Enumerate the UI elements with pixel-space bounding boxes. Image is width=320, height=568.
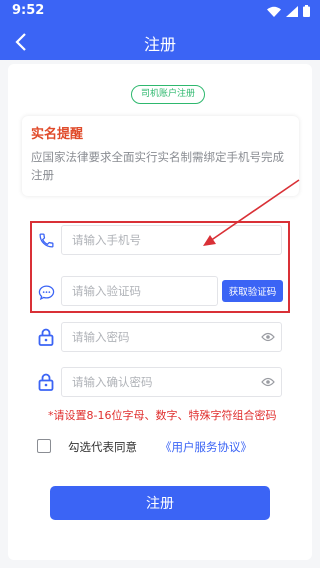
signal-icon	[286, 5, 298, 17]
agreement-checkbox[interactable]	[37, 439, 51, 453]
lock-icon	[36, 372, 56, 392]
agreement-link[interactable]: 《用户服务协议》	[160, 439, 252, 455]
status-time: 9:52	[12, 3, 45, 18]
status-icons	[267, 5, 310, 17]
account-type-badge: 司机账户注册	[131, 85, 205, 104]
page-body: 司机账户注册 实名提醒 应国家法律要求全面实行实名制需绑定手机号完成注册 获取验…	[0, 60, 320, 568]
register-card: 司机账户注册 实名提醒 应国家法律要求全面实行实名制需绑定手机号完成注册 获取验…	[8, 64, 312, 560]
status-bar: 9:52	[0, 0, 320, 24]
page-title: 注册	[143, 35, 176, 54]
lock-icon	[36, 327, 56, 347]
nav-bar: 注册	[0, 24, 320, 60]
battery-icon	[303, 5, 310, 17]
highlight-box	[30, 221, 290, 313]
eye-icon[interactable]	[260, 376, 276, 388]
wifi-icon	[267, 6, 281, 17]
notice-body: 应国家法律要求全面实行实名制需绑定手机号完成注册	[31, 150, 284, 182]
register-button[interactable]: 注册	[50, 486, 270, 520]
confirm-password-input[interactable]	[61, 367, 282, 397]
eye-icon[interactable]	[260, 331, 276, 343]
password-input[interactable]	[61, 322, 282, 352]
agreement-prefix: 勾选代表同意	[68, 440, 137, 454]
password-hint: *请设置8-16位字母、数字、特殊字符组合密码	[48, 409, 277, 422]
realname-notice: 实名提醒 应国家法律要求全面实行实名制需绑定手机号完成注册	[22, 116, 299, 196]
notice-title: 实名提醒	[31, 127, 84, 142]
